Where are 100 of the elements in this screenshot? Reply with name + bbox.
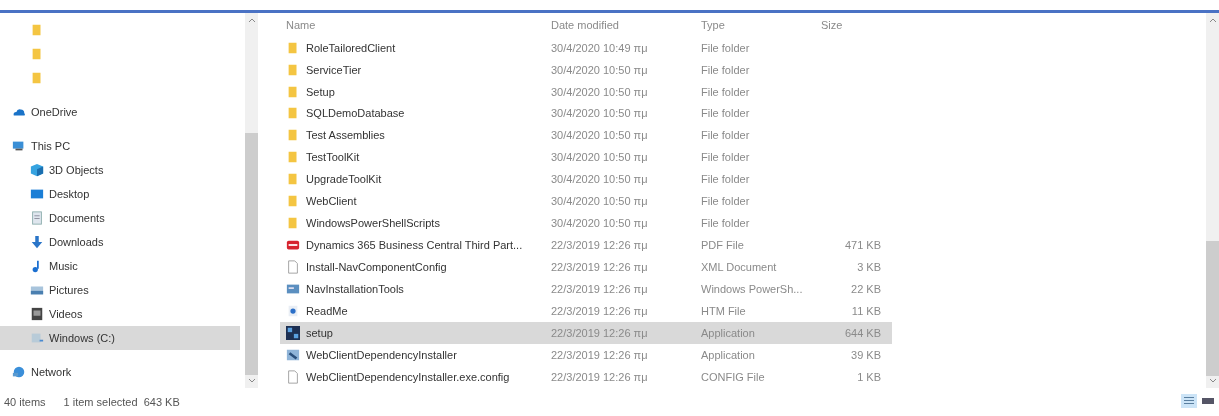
blank-file-icon [286, 260, 300, 275]
scroll-down-icon[interactable] [1208, 378, 1217, 383]
file-name: Test Assemblies [306, 129, 385, 142]
folder-icon [286, 40, 300, 55]
type-cell-text: File folder [701, 195, 751, 208]
type-cell-text: File folder [701, 41, 751, 54]
column-header[interactable]: Date modified [551, 18, 701, 31]
folder-icon [286, 150, 300, 165]
type-cell-text: File folder [701, 217, 751, 230]
sidebar-item[interactable]: Pictures [0, 278, 240, 302]
date-cell-text: 22/3/2019 12:26 πμ [551, 327, 649, 339]
file-row[interactable]: NavInstallationTools 22/3/2019 12:26 πμ Windows PowerSh... 22 KB [280, 278, 892, 301]
column-header[interactable]: Size [821, 18, 881, 31]
computer-icon [12, 139, 26, 153]
file-name: Install-NavComponentConfig [306, 261, 447, 274]
file-row[interactable]: setup 22/3/2019 12:26 πμ Application 644 KB [280, 322, 892, 344]
folder-icon [286, 194, 300, 209]
file-row[interactable]: RoleTailoredClient 30/4/2020 10:49 πμ File folder [280, 36, 892, 59]
sidebar-item[interactable]: Music [0, 254, 240, 278]
file-name: TestToolKit [306, 151, 360, 164]
sidebar-item[interactable]: Windows (C:) [0, 326, 240, 350]
date-cell-text: 30/4/2020 10:50 πμ [551, 85, 649, 98]
blank-file-icon [286, 369, 300, 384]
date-cell-text: 30/4/2020 10:50 πμ [551, 151, 649, 164]
file-name: ReadMe [306, 305, 348, 318]
date-cell-text: 22/3/2019 12:26 πμ [551, 261, 649, 274]
file-row[interactable]: Dynamics 365 Business Central Third Part... 22/3/2019 12:26 πμ PDF File 471 KB [280, 234, 892, 257]
column-header[interactable]: Name [280, 18, 551, 31]
type-cell-text: XML Document [701, 261, 778, 274]
sidebar-item[interactable]: OneDrive [0, 100, 240, 124]
file-name: ServiceTier [306, 63, 362, 76]
file-name: RoleTailoredClient [306, 41, 396, 54]
file-name: setup [306, 327, 333, 339]
file-row[interactable]: WebClientDependencyInstaller 22/3/2019 12:26 πμ Application 39 KB [280, 344, 892, 366]
date-cell-text: 30/4/2020 10:50 πμ [551, 195, 649, 208]
folder-icon [286, 106, 300, 121]
date-cell-text: 22/3/2019 12:26 πμ [551, 239, 649, 252]
sidebar-item[interactable]: Documents [0, 206, 240, 230]
file-row[interactable]: Install-NavComponentConfig 22/3/2019 12:26 πμ XML Document 3 KB [280, 256, 892, 279]
size-cell-text: 471 KB [843, 239, 881, 252]
video-icon [30, 307, 44, 321]
type-cell-text: Application [701, 348, 756, 361]
app-icon [286, 326, 300, 340]
scroll-down-icon[interactable] [247, 378, 256, 383]
sidebar-item[interactable]: This PC [0, 134, 240, 158]
cube-icon [30, 163, 44, 177]
date-cell-text: 22/3/2019 12:26 πμ [551, 283, 649, 296]
date-cell-text: 22/3/2019 12:26 πμ [551, 370, 649, 383]
sidebar-item[interactable]: 3D Objects [0, 158, 240, 182]
sidebar-item[interactable]: Desktop [0, 182, 240, 206]
desktop-icon [30, 187, 44, 201]
folder-icon [286, 172, 300, 187]
installer-icon [286, 347, 300, 362]
date-cell-text: 30/4/2020 10:50 πμ [551, 107, 649, 120]
file-row[interactable]: UpgradeToolKit 30/4/2020 10:50 πμ File folder [280, 168, 892, 191]
document-icon [30, 211, 44, 225]
column-header[interactable]: Type [701, 18, 821, 31]
file-name: SQLDemoDatabase [306, 107, 405, 120]
type-cell-text: PDF File [701, 239, 745, 252]
type-cell-text: File folder [701, 107, 751, 120]
details-view-icon[interactable] [1181, 394, 1197, 408]
file-row[interactable]: TestToolKit 30/4/2020 10:50 πμ File folder [280, 146, 892, 169]
size-cell-text: 3 KB [856, 261, 881, 274]
type-cell-text: File folder [701, 151, 751, 164]
date-cell-text: 22/3/2019 12:26 πμ [551, 305, 649, 318]
network-icon [12, 365, 26, 379]
file-row[interactable]: Setup 30/4/2020 10:50 πμ File folder [280, 80, 892, 103]
type-cell-text: HTM File [701, 305, 747, 318]
download-arrow-icon [30, 235, 44, 249]
file-row[interactable]: Test Assemblies 30/4/2020 10:50 πμ File folder [280, 124, 892, 147]
type-cell-text: CONFIG File [701, 370, 766, 383]
date-cell-text: 22/3/2019 12:26 πμ [551, 348, 649, 361]
file-row[interactable]: WindowsPowerShellScripts 30/4/2020 10:50 πμ File folder [280, 212, 892, 235]
size-cell-text: 39 KB [850, 348, 881, 361]
folder-icon [30, 23, 44, 37]
date-cell-text: 30/4/2020 10:50 πμ [551, 173, 649, 186]
folder-icon [286, 216, 300, 231]
sidebar-item[interactable]: Downloads [0, 230, 240, 254]
size-cell-text: 22 KB [850, 283, 881, 296]
file-name: WindowsPowerShellScripts [306, 217, 440, 230]
file-row[interactable]: WebClientDependencyInstaller.exe.config 22/3/2019 12:26 πμ CONFIG File 1 KB [280, 365, 892, 388]
scrollbar[interactable] [1206, 13, 1219, 388]
file-row[interactable]: WebClient 30/4/2020 10:50 πμ File folder [280, 190, 892, 213]
type-cell-text: File folder [701, 63, 751, 76]
web-page-icon [286, 304, 300, 319]
file-name: UpgradeToolKit [306, 173, 382, 186]
scroll-up-icon[interactable] [1208, 18, 1217, 23]
file-row[interactable]: SQLDemoDatabase 30/4/2020 10:50 πμ File folder [280, 102, 892, 125]
type-cell-text: File folder [701, 129, 751, 142]
scroll-up-icon[interactable] [247, 18, 256, 23]
date-cell-text: 30/4/2020 10:50 πμ [551, 63, 649, 76]
date-cell-text: 30/4/2020 10:50 πμ [551, 217, 649, 230]
file-row[interactable]: ReadMe 22/3/2019 12:26 πμ HTM File 11 KB [280, 300, 892, 323]
file-row[interactable]: ServiceTier 30/4/2020 10:50 πμ File folder [280, 58, 892, 81]
file-name: Setup [306, 85, 335, 98]
file-name: Dynamics 365 Business Central Third Part... [306, 239, 523, 252]
sidebar-item[interactable]: Videos [0, 302, 240, 326]
scrollbar[interactable] [245, 13, 258, 388]
file-name: NavInstallationTools [306, 283, 404, 296]
sidebar-item[interactable]: Network [0, 360, 240, 384]
